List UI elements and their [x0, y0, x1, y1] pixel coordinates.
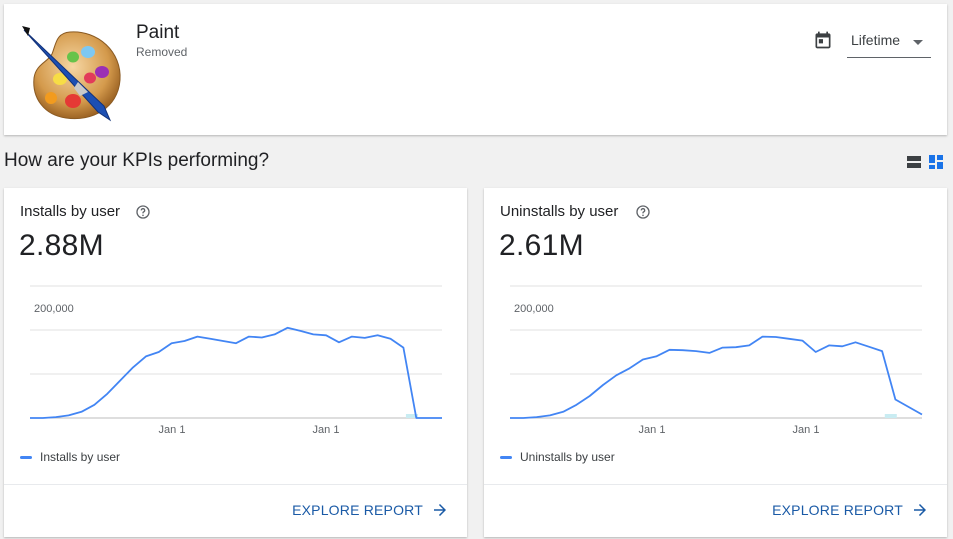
kpi-value: 2.88M [19, 229, 104, 262]
series-line [30, 326, 442, 419]
arrow-right-icon [914, 504, 926, 516]
legend-label: Uninstalls by user [520, 450, 615, 464]
kpi-card-installs: Installs by user 2.88M 200,000 Jan 1 Jan 1… [4, 188, 467, 537]
arrow-right-icon [434, 504, 446, 516]
x-tick-label: Jan 1 [639, 424, 666, 436]
y-tick-label: 200,000 [34, 303, 74, 315]
line-chart: 200,000 Jan 1 Jan 1 [30, 285, 442, 436]
series-line [510, 335, 923, 419]
date-range-value: Lifetime [851, 32, 901, 48]
today-marker [884, 414, 897, 418]
help-icon[interactable] [635, 204, 651, 220]
app-name: Paint [136, 22, 180, 43]
app-header-card: Paint Removed Lifetime [4, 4, 947, 135]
view-grid-icon[interactable] [929, 155, 943, 169]
legend-swatch [20, 456, 32, 459]
calendar-icon [815, 31, 831, 49]
legend-label: Installs by user [40, 450, 121, 464]
x-tick-label: Jan 1 [793, 424, 820, 436]
kpi-title: Installs by user [20, 203, 121, 220]
explore-report-label: EXPLORE REPORT [772, 502, 903, 518]
help-icon[interactable] [135, 204, 151, 220]
app-status: Removed [136, 45, 188, 59]
explore-report-button[interactable]: EXPLORE REPORT [772, 500, 929, 520]
legend-swatch [500, 456, 512, 459]
x-tick-label: Jan 1 [159, 424, 186, 436]
line-chart: 200,000 Jan 1 Jan 1 [510, 285, 923, 436]
y-tick-label: 200,000 [514, 303, 554, 315]
divider [484, 484, 947, 485]
kpi-section-title: How are your KPIs performing? [4, 150, 270, 171]
view-list-icon[interactable] [907, 155, 921, 169]
date-range-picker[interactable]: Lifetime [813, 28, 935, 62]
kpi-card-uninstalls: Uninstalls by user 2.61M 200,000 Jan 1 Jan… [484, 188, 947, 537]
kpi-value: 2.61M [499, 229, 584, 262]
chevron-down-icon [913, 40, 923, 45]
x-tick-label: Jan 1 [313, 424, 340, 436]
explore-report-button[interactable]: EXPLORE REPORT [292, 500, 449, 520]
kpi-title: Uninstalls by user [500, 203, 619, 220]
date-range-select[interactable]: Lifetime [847, 28, 931, 58]
explore-report-label: EXPLORE REPORT [292, 502, 423, 518]
divider [4, 484, 467, 485]
paint-palette-icon [22, 26, 121, 122]
view-toggle [907, 155, 945, 169]
